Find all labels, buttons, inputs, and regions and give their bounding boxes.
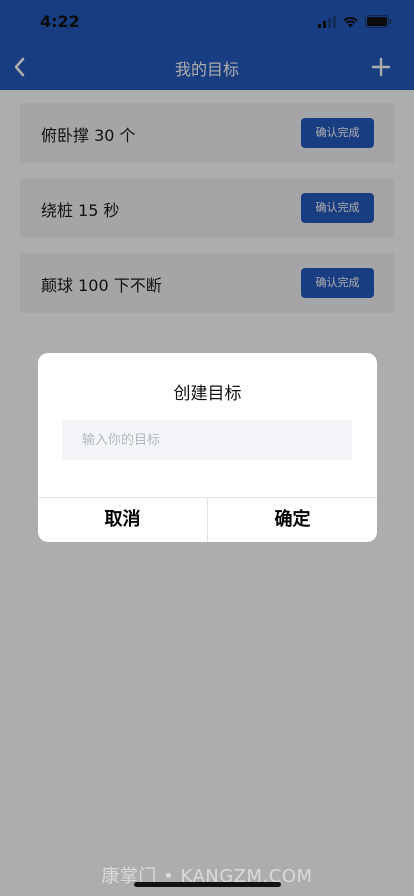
dialog-title: 创建目标: [173, 384, 242, 404]
confirm-button[interactable]: 确定: [208, 498, 377, 542]
home-indicator: [134, 882, 281, 887]
goal-input[interactable]: [62, 420, 352, 460]
cancel-button[interactable]: 取消: [38, 498, 207, 542]
create-goal-dialog: 创建目标 取消 确定: [38, 353, 377, 542]
